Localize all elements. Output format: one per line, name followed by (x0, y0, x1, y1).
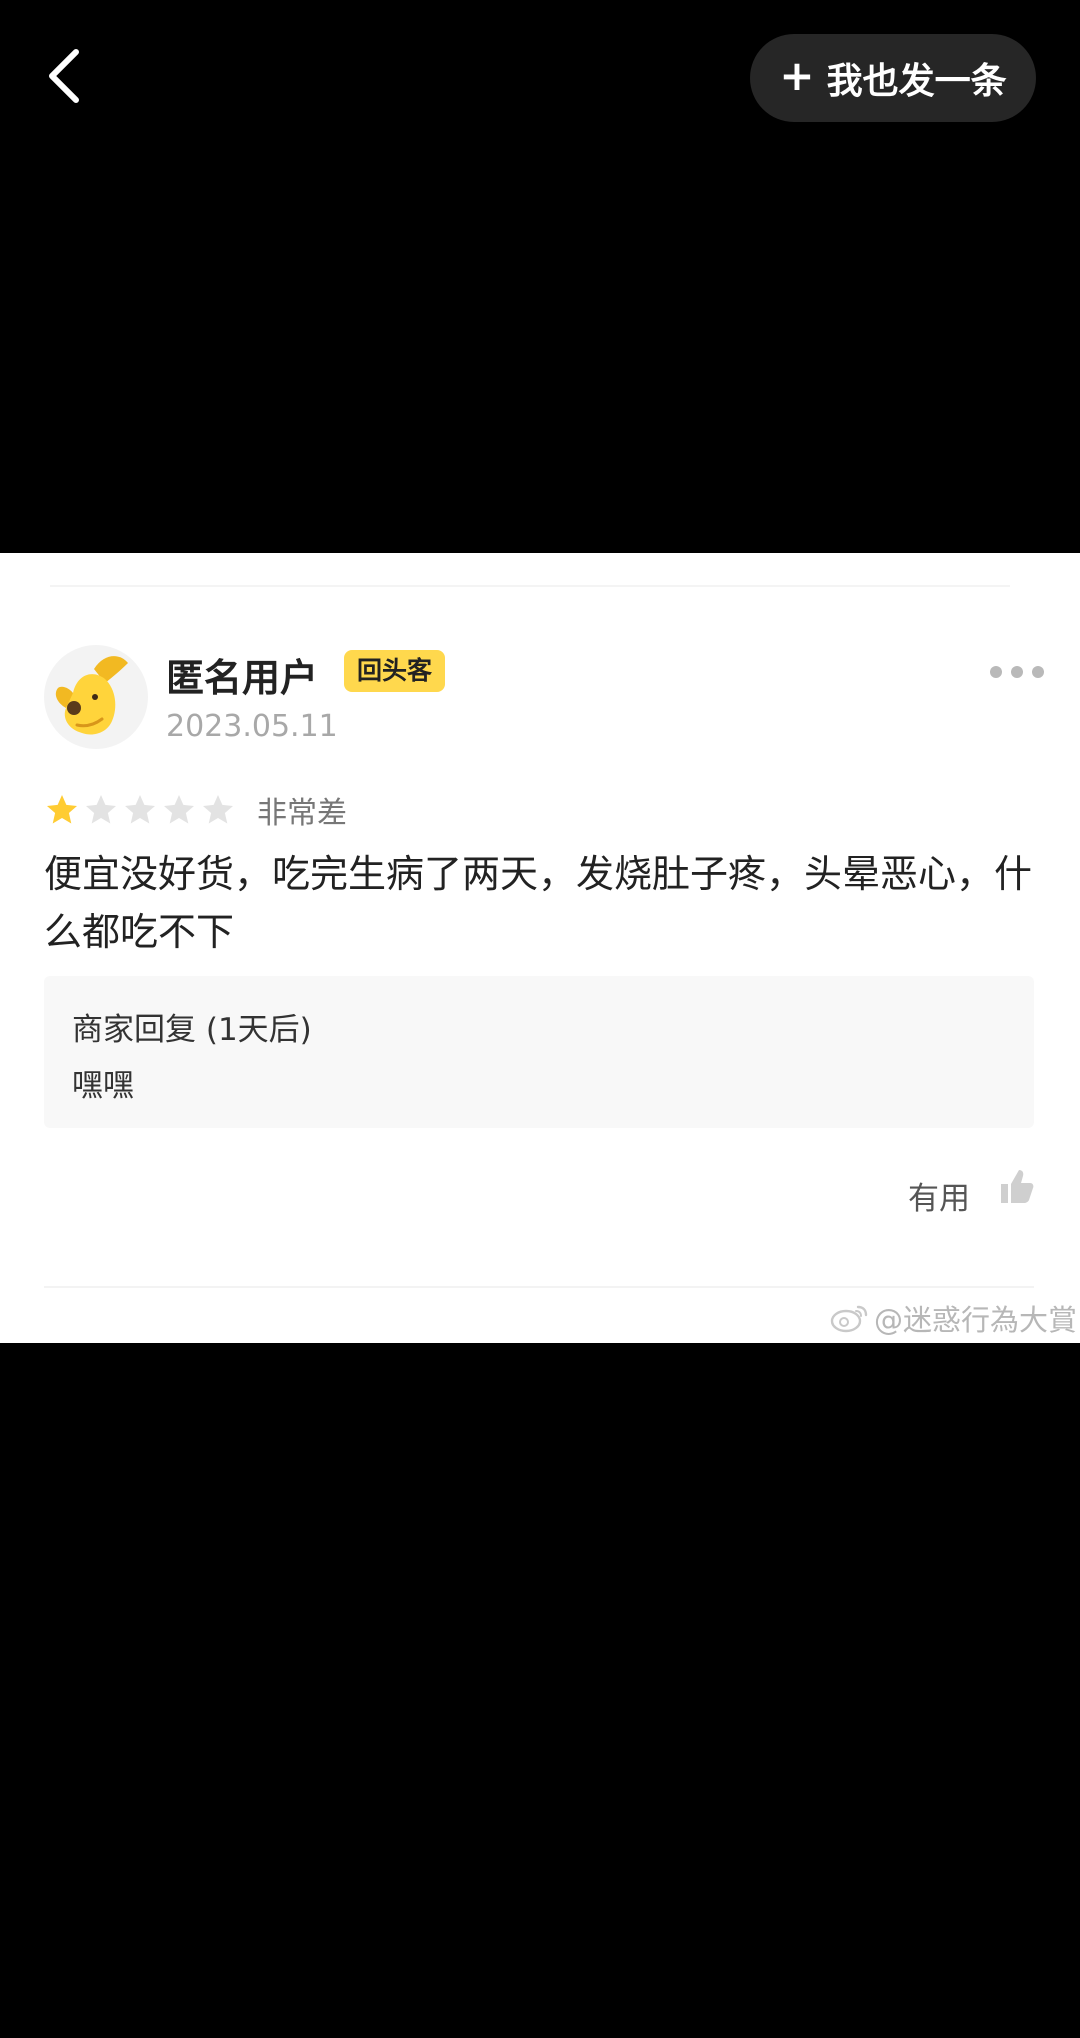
plus-icon: + (779, 51, 815, 100)
watermark-text: @迷惑行為大賞 (874, 1303, 1078, 1337)
review-page: + 我也发一条 匿名用户 回头客 2023.05.11 非常差 便宜没好货，吃完… (0, 0, 1080, 2038)
back-button[interactable] (38, 44, 94, 108)
dog-avatar-icon (55, 656, 128, 735)
thumbs-up-icon (1001, 1170, 1034, 1203)
review-card: 匿名用户 回头客 2023.05.11 非常差 便宜没好货，吃完生病了两天，发烧… (0, 553, 1080, 1343)
username: 匿名用户 (166, 656, 319, 700)
star-icon (86, 795, 116, 824)
watermark: @迷惑行為大賞 (828, 1298, 1077, 1338)
chevron-left-icon (49, 49, 79, 103)
star-icon (203, 795, 233, 824)
star-icon (47, 795, 77, 824)
thumbs-up-button[interactable] (995, 1166, 1037, 1208)
review-date: 2023.05.11 (166, 709, 338, 744)
dot-icon (1011, 666, 1023, 678)
post-button-label: 我也发一条 (826, 61, 1007, 102)
star-icon (125, 795, 155, 824)
review-text: 便宜没好货，吃完生病了两天，发烧肚子疼，头晕恶心，什么都吃不下 (44, 852, 1033, 954)
bottom-divider (44, 1286, 1034, 1288)
avatar[interactable] (44, 645, 148, 749)
merchant-reply-content: 嘿嘿 (72, 1068, 134, 1104)
star-icon (164, 795, 194, 824)
weibo-icon (830, 1305, 868, 1333)
top-divider (50, 585, 1010, 587)
merchant-reply-title: 商家回复 (1天后) (72, 1012, 312, 1048)
dot-icon (990, 666, 1002, 678)
more-options-button[interactable] (990, 661, 1050, 683)
merchant-reply: 商家回复 (1天后) 嘿嘿 (44, 976, 1034, 1128)
returning-customer-badge: 回头客 (344, 650, 446, 692)
dot-icon (1032, 666, 1044, 678)
useful-label: 有用 (908, 1181, 970, 1217)
rating-label: 非常差 (257, 796, 347, 831)
star-rating: 非常差 (44, 791, 347, 831)
post-review-button[interactable]: + 我也发一条 (750, 34, 1036, 122)
